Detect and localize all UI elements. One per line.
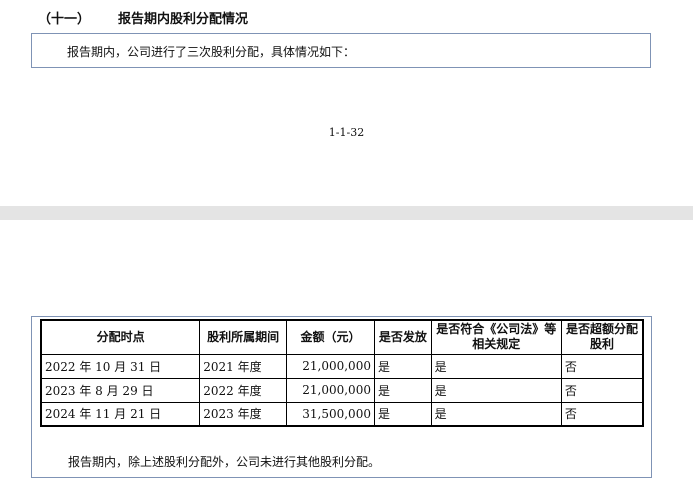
cell-date: 2023 年 8 月 29 日 [40, 377, 201, 403]
header-dividend-period: 股利所属期间 [199, 319, 288, 355]
header-amount: 金额（元） [286, 319, 375, 355]
section-number: （十一） [38, 12, 91, 27]
table-row: 2024 年 11 月 21 日 2023 年度 31,500,000 是 是 … [40, 401, 644, 427]
intro-text: 报告期内，公司进行了三次股利分配，具体情况如下： [67, 45, 356, 59]
page-break [0, 206, 693, 220]
cell-period: 2023 年度 [199, 401, 288, 427]
header-paid: 是否发放 [373, 319, 432, 355]
page-number: 1-1-32 [328, 126, 365, 139]
cell-date: 2022 年 10 月 31 日 [40, 353, 201, 379]
table-row: 2023 年 8 月 29 日 2022 年度 21,000,000 是 是 否 [40, 377, 644, 403]
footer-text: 报告期内，除上述股利分配外，公司未进行其他股利分配。 [68, 455, 381, 469]
cell-compliance: 是 [430, 401, 562, 427]
cell-paid: 是 [373, 377, 432, 403]
cell-date: 2024 年 11 月 21 日 [40, 401, 201, 427]
header-distribution-date: 分配时点 [40, 319, 201, 355]
cell-compliance: 是 [430, 377, 562, 403]
intro-box: 报告期内，公司进行了三次股利分配，具体情况如下： [31, 33, 651, 68]
table-row: 2022 年 10 月 31 日 2021 年度 21,000,000 是 是 … [40, 353, 644, 379]
cell-excess: 否 [560, 401, 644, 427]
header-compliance: 是否符合《公司法》等相关规定 [430, 319, 562, 355]
cell-paid: 是 [373, 401, 432, 427]
dividend-table: 分配时点 股利所属期间 金额（元） 是否发放 是否符合《公司法》等相关规定 是否… [40, 319, 644, 427]
cell-amount: 21,000,000 [286, 377, 375, 403]
cell-period: 2021 年度 [199, 353, 288, 379]
cell-excess: 否 [560, 353, 644, 379]
header-excess: 是否超额分配股利 [560, 319, 644, 355]
cell-excess: 否 [560, 377, 644, 403]
cell-amount: 21,000,000 [286, 353, 375, 379]
table-header-row: 分配时点 股利所属期间 金额（元） 是否发放 是否符合《公司法》等相关规定 是否… [40, 319, 644, 355]
section-heading: （十一） 报告期内股利分配情况 [38, 8, 248, 27]
cell-amount: 31,500,000 [286, 401, 375, 427]
cell-paid: 是 [373, 353, 432, 379]
cell-period: 2022 年度 [199, 377, 288, 403]
section-title: 报告期内股利分配情况 [118, 12, 249, 27]
cell-compliance: 是 [430, 353, 562, 379]
